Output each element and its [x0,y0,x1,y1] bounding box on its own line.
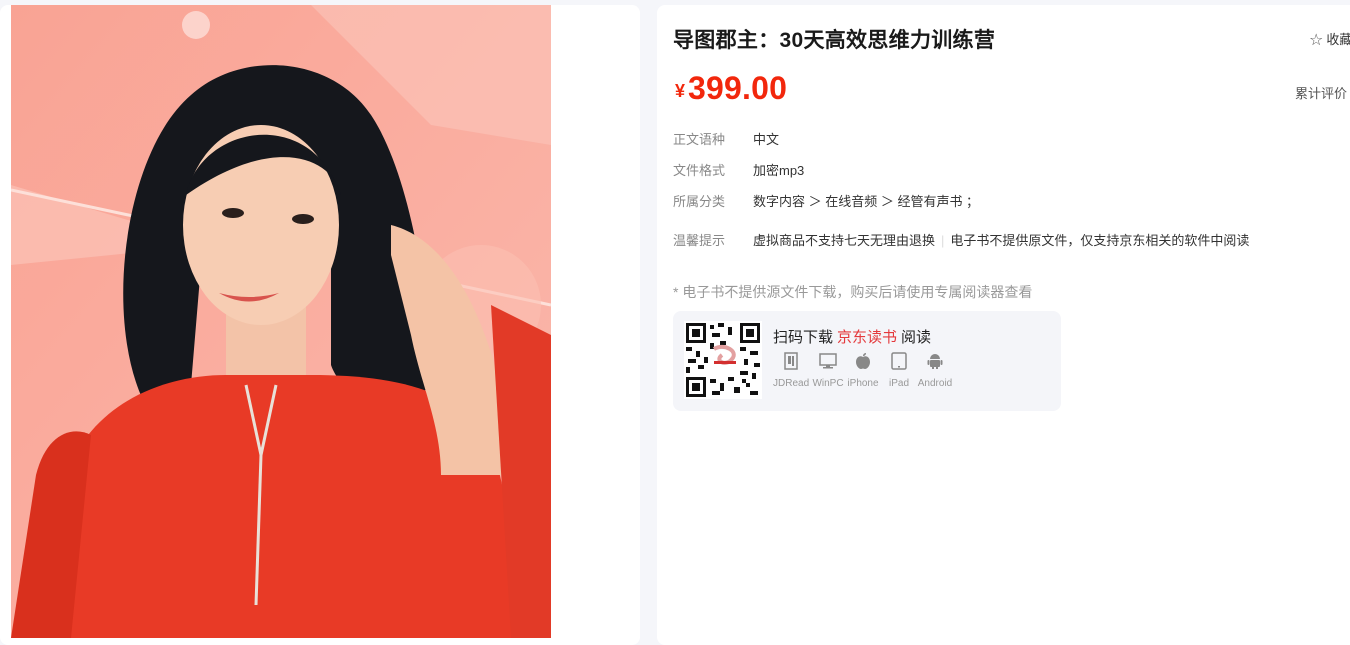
info-key: 温馨提示 [673,233,726,248]
platform-label: iPhone [847,378,879,389]
info-key: 正文语种 [673,132,726,147]
platform-jdread[interactable]: JDRead [773,352,809,389]
monitor-icon [819,353,837,369]
android-icon [927,354,943,369]
category-breadcrumb[interactable]: 数字内容 ＞ 在线音频 ＞ 经管有声书 ； [753,194,979,209]
tip-reader-only: 电子书不提供原文件，仅支持京东相关的软件中阅读 [950,233,1250,248]
info-value: 加密mp3 [753,163,805,178]
qr-code[interactable] [684,321,762,399]
download-note: * 电子书不提供源文件下载，购买后请使用专属阅读器查看 [673,284,1033,300]
favorite-label: 收藏 [1326,32,1350,47]
info-row-category: 所属分类 数字内容 ＞ 在线音频 ＞ 经管有声书 ； [673,191,979,210]
tip-separator: | [941,233,945,248]
reader-brand-link[interactable]: 京东读书 [837,329,897,346]
platform-label: WinPC [812,378,844,389]
platform-label: JDRead [773,378,810,389]
info-row-format: 文件格式 加密mp3 [673,160,804,179]
product-price: ¥399.00 [675,70,787,107]
scan-instruction: 扫码下载 京东读书 阅读 [773,326,931,347]
tip-no-return: 虚拟商品不支持七天无理由退换 [753,233,936,248]
review-count-link[interactable]: 累计评价 [1295,83,1347,102]
info-row-tips: 温馨提示 虚拟商品不支持七天无理由退换 | 电子书不提供原文件，仅支持京东相关的软件中… [673,230,1249,249]
platform-label: Android [917,378,953,389]
jdread-icon [784,352,798,370]
info-row-language: 正文语种 中文 [673,129,779,148]
product-cover-image[interactable] [11,5,551,638]
tablet-icon [891,352,907,370]
platform-label: iPad [888,378,909,389]
scan-prefix: 扫码下载 [773,329,834,346]
platform-ipad[interactable]: iPad [884,352,914,389]
platform-winpc[interactable]: WinPC [811,352,845,389]
star-icon: ☆ [1309,32,1324,49]
platform-iphone[interactable]: iPhone [846,352,880,389]
info-key: 所属分类 [673,194,726,209]
favorite-button[interactable]: ☆ 收藏 [1309,29,1350,50]
apple-icon [856,353,870,369]
info-key: 文件格式 [673,163,726,178]
platform-android[interactable]: Android [915,352,955,389]
currency-symbol: ¥ [675,81,686,101]
scan-suffix: 阅读 [901,329,932,346]
product-title: 导图郡主：30天高效思维力训练营 [673,29,996,52]
price-value: 399.00 [688,70,788,106]
info-value: 中文 [753,132,780,147]
